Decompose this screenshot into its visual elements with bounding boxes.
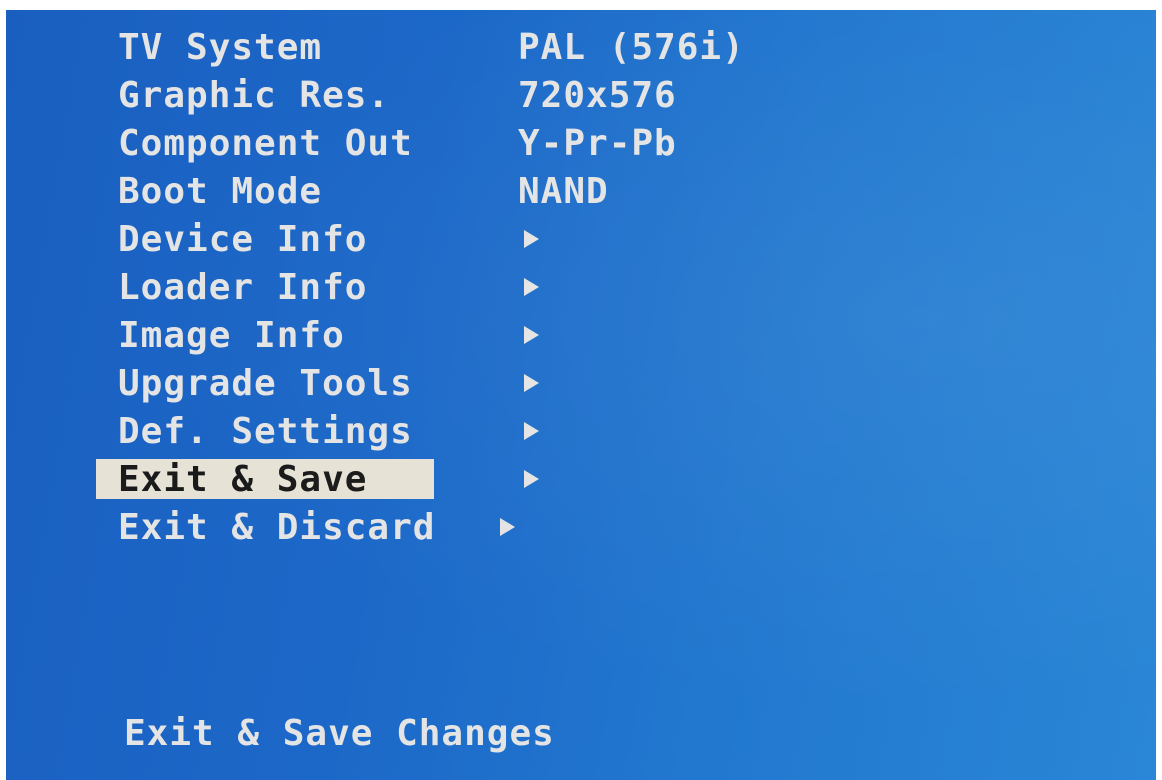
menu-item-value: 720x576 <box>518 75 677 116</box>
menu-item-exit-discard[interactable]: Exit & Discard <box>6 504 1156 552</box>
menu-item-value: NAND <box>518 171 609 212</box>
menu-item-label: Component Out <box>118 123 413 164</box>
menu-item-exit-save[interactable]: Exit & Save <box>6 456 1156 504</box>
play-arrow-icon <box>524 422 539 440</box>
menu-item-label: Image Info <box>118 315 345 356</box>
menu-item-label: TV System <box>118 27 323 68</box>
menu-item-image-info[interactable]: Image Info <box>6 312 1156 360</box>
play-arrow-icon <box>524 278 539 296</box>
menu-item-graphic-res[interactable]: Graphic Res. 720x576 <box>6 72 1156 120</box>
menu-item-label: Loader Info <box>118 267 368 308</box>
menu-item-label: Boot Mode <box>118 171 323 212</box>
menu-item-loader-info[interactable]: Loader Info <box>6 264 1156 312</box>
help-text: Exit & Save Changes <box>124 713 555 754</box>
menu-item-component-out[interactable]: Component Out Y-Pr-Pb <box>6 120 1156 168</box>
menu-item-label: Upgrade Tools <box>118 363 413 404</box>
menu-item-upgrade-tools[interactable]: Upgrade Tools <box>6 360 1156 408</box>
menu-item-label: Graphic Res. <box>118 75 391 116</box>
menu-item-label: Def. Settings <box>118 411 413 452</box>
play-arrow-icon <box>524 326 539 344</box>
menu-item-value: Y-Pr-Pb <box>518 123 677 164</box>
menu-item-label: Exit & Discard <box>118 507 436 548</box>
menu-item-def-settings[interactable]: Def. Settings <box>6 408 1156 456</box>
settings-menu: TV System PAL (576i) Graphic Res. 720x57… <box>6 24 1156 552</box>
menu-item-label: Exit & Save <box>118 459 368 500</box>
menu-item-tv-system[interactable]: TV System PAL (576i) <box>6 24 1156 72</box>
menu-item-label: Device Info <box>118 219 368 260</box>
play-arrow-icon <box>500 518 515 536</box>
menu-item-value: PAL (576i) <box>518 27 745 68</box>
play-arrow-icon <box>524 374 539 392</box>
menu-item-device-info[interactable]: Device Info <box>6 216 1156 264</box>
play-arrow-icon <box>524 230 539 248</box>
menu-item-boot-mode[interactable]: Boot Mode NAND <box>6 168 1156 216</box>
bios-screen: TV System PAL (576i) Graphic Res. 720x57… <box>6 10 1156 780</box>
play-arrow-icon <box>524 470 539 488</box>
